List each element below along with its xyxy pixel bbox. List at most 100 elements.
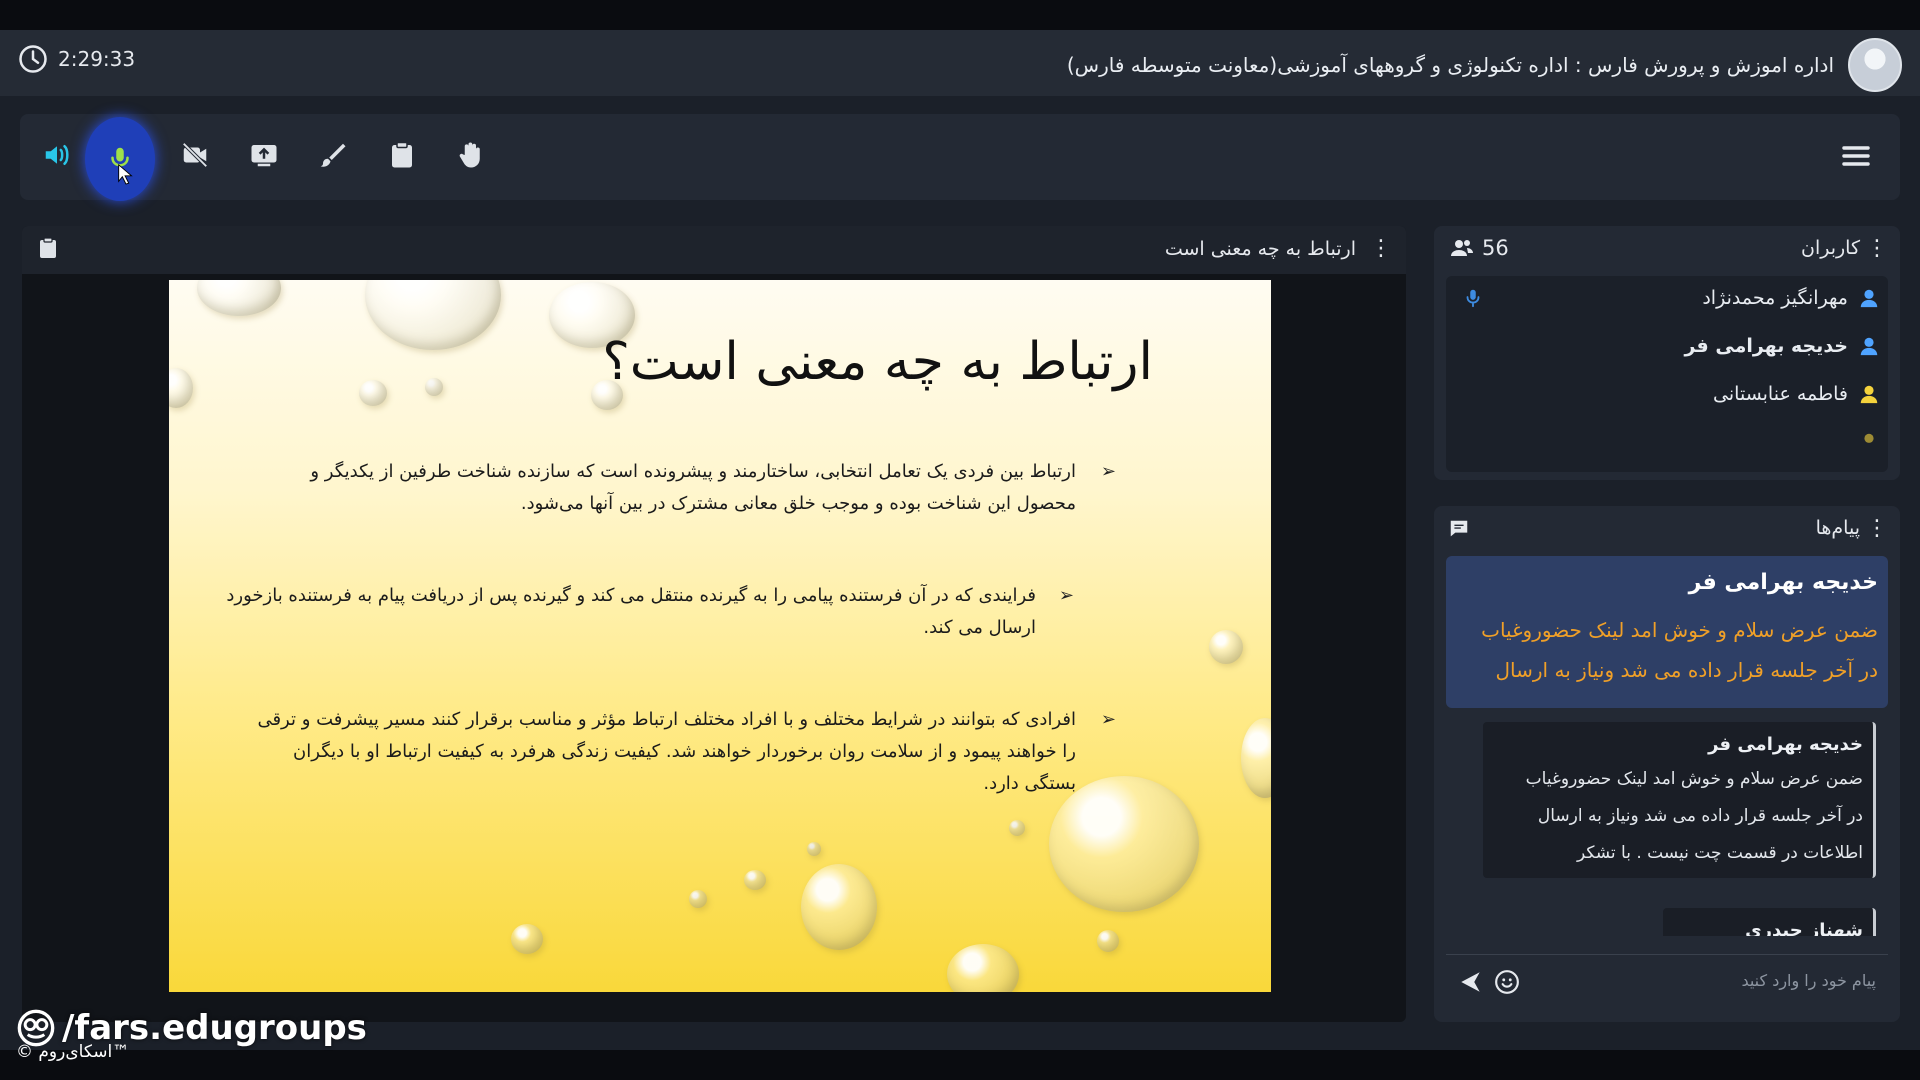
room-title: اداره اموزش و پرورش فارس : اداره تکنولوژ…: [1066, 53, 1834, 77]
water-drop-decoration: [744, 870, 766, 890]
speaker-icon: [45, 145, 69, 165]
brush-icon: [320, 143, 346, 167]
user-item[interactable]: خدیجه بهرامی فر: [1460, 326, 1880, 366]
user-item[interactable]: مهرانگیز محمدنژاد: [1460, 278, 1880, 318]
water-drop-decoration: [1009, 820, 1025, 836]
water-drop-decoration: [197, 280, 281, 316]
message-line: در آخر جلسه قرار داده می شد ونیاز به ارس…: [1537, 806, 1863, 826]
main-menu-button[interactable]: [1830, 130, 1882, 182]
share-screen-icon: [251, 145, 277, 167]
chat-panel-header: پیام‌ها ⋮: [1434, 506, 1900, 552]
users-group-icon: [1451, 240, 1473, 256]
water-drop-decoration: [947, 944, 1019, 992]
users-panel-header: کاربران ⋮ 56: [1434, 226, 1900, 272]
user-item[interactable]: فاطمه عنابستانی: [1460, 374, 1880, 414]
share-screen-button[interactable]: [239, 130, 289, 180]
slide-title: ارتباط به چه معنی است؟: [602, 332, 1153, 392]
raise-hand-button[interactable]: [446, 130, 496, 180]
user-name: مهرانگیز محمدنژاد: [1702, 287, 1848, 309]
chat-message[interactable]: شهناز حیدری: [1663, 908, 1876, 936]
water-drop-decoration: [425, 378, 443, 396]
timer-text: 2:29:33: [58, 47, 136, 71]
water-drop-decoration: [807, 842, 821, 856]
raise-hand-icon: [459, 142, 480, 168]
arrow-bullet-icon: ➢: [1100, 461, 1116, 482]
slide-bullet: ➢ ارتباط بین فردی یک تعامل انتخابی، ساخت…: [246, 456, 1116, 520]
clock-icon: [19, 45, 47, 73]
slide-bullet: ➢ افرادی که بتوانند در شرایط مختلف و با …: [246, 704, 1116, 800]
hamburger-menu-icon: [1842, 146, 1870, 166]
presentation-stage: ارتباط به چه معنی است ⋮ ارتباط به چه معن…: [22, 226, 1406, 1022]
water-drop-decoration: [1209, 630, 1243, 664]
message-sender: خدیجه بهرامی فر: [1708, 734, 1863, 755]
chat-message[interactable]: خدیجه بهرامی فر ضمن عرض سلام و خوش امد ل…: [1483, 722, 1876, 878]
message-line: ضمن عرض سلام و خوش امد لینک حضوروغیاب: [1525, 769, 1863, 789]
water-drop-decoration: [1241, 718, 1271, 798]
user-icon: [1860, 337, 1878, 356]
chat-panel-title: پیام‌ها: [1815, 517, 1860, 539]
users-count-value: 56: [1482, 236, 1509, 260]
camera-off-icon: [182, 142, 208, 168]
chat-bubble-icon: [1450, 520, 1468, 537]
emoji-icon[interactable]: [1494, 969, 1520, 995]
users-options-icon[interactable]: ⋮: [1866, 238, 1888, 260]
message-sender: شهناز حیدری: [1745, 920, 1863, 936]
slide-bullet: ➢ فرایندی که در آن فرستنده پیامی را به گ…: [216, 580, 1074, 644]
pinned-line: در آخر جلسه قرار داده می شد ونیاز به ارس…: [1495, 658, 1878, 682]
files-button[interactable]: [377, 130, 427, 180]
stage-title: ارتباط به چه معنی است: [1164, 238, 1356, 260]
slide-bullet-text: ارتباط بین فردی یک تعامل انتخابی، ساختار…: [310, 461, 1076, 514]
users-panel-title: کاربران: [1800, 237, 1860, 259]
room-title-area: اداره اموزش و پرورش فارس : اداره تکنولوژ…: [1067, 38, 1902, 92]
send-icon[interactable]: [1458, 969, 1484, 995]
stage-options-icon[interactable]: ⋮: [1370, 238, 1392, 260]
camera-button[interactable]: [170, 130, 220, 180]
water-drop-decoration: [365, 280, 501, 350]
microphone-button[interactable]: [85, 117, 155, 201]
water-drop-decoration: [1097, 930, 1119, 952]
user-icon: [1860, 289, 1878, 308]
pinned-message[interactable]: خدیجه بهرامی فر ضمن عرض سلام و خوش امد ل…: [1446, 556, 1888, 708]
user-icon: [1864, 433, 1874, 443]
message-text: ضمن عرض سلام و خوش امد لینک حضوروغیاب در…: [1483, 761, 1873, 878]
speaker-button[interactable]: [32, 130, 82, 180]
user-name: فاطمه عنابستانی: [1713, 383, 1848, 405]
message-line: اطلاعات در قسمت چت نیست . با تشکر: [1576, 843, 1863, 863]
session-timer: 2:29:33: [18, 44, 135, 74]
clipboard-icon: [392, 141, 412, 168]
chat-panel: پیام‌ها ⋮ خدیجه بهرامی فر ضمن عرض سلام و…: [1434, 506, 1900, 1022]
chat-options-icon[interactable]: ⋮: [1866, 518, 1888, 540]
slide: ارتباط به چه معنی است؟ ➢ ارتباط بین فردی…: [169, 280, 1271, 992]
water-drop-decoration: [689, 890, 707, 908]
chat-messages: خدیجه بهرامی فر ضمن عرض سلام و خوش امد ل…: [1446, 556, 1888, 936]
pinned-sender: خدیجه بهرامی فر: [1688, 570, 1878, 595]
water-drop-decoration: [801, 864, 877, 950]
water-drop-decoration: [359, 380, 387, 406]
chat-input[interactable]: پیام خود را وارد کنید: [1741, 971, 1876, 990]
app-window: 2:29:33 اداره اموزش و پرورش فارس : اداره…: [0, 30, 1920, 1062]
user-item-partial[interactable]: [1460, 422, 1880, 462]
file-icon[interactable]: [36, 236, 60, 260]
avatar[interactable]: [1848, 38, 1902, 92]
water-drop-decoration: [511, 924, 543, 954]
stage-header: ارتباط به چه معنی است ⋮: [22, 226, 1406, 274]
microphone-icon: [1466, 289, 1480, 308]
toolbar: [20, 114, 1900, 201]
users-panel: کاربران ⋮ 56 مهرانگیز محمدنژاد خدیجه بهر…: [1434, 226, 1900, 480]
users-count: 56: [1450, 236, 1509, 260]
user-icon: [1860, 385, 1878, 404]
pinned-text: ضمن عرض سلام و خوش امد لینک حضوروغیاب در…: [1458, 610, 1878, 690]
pinned-line: ضمن عرض سلام و خوش امد لینک حضوروغیاب: [1481, 618, 1878, 642]
watermark-brand: © اسکای‌روم™: [16, 1042, 130, 1062]
water-drop-decoration: [169, 368, 193, 408]
whiteboard-button[interactable]: [308, 130, 358, 180]
arrow-bullet-icon: ➢: [1058, 585, 1074, 606]
users-list: مهرانگیز محمدنژاد خدیجه بهرامی فر فاطمه …: [1446, 276, 1888, 472]
user-name: خدیجه بهرامی فر: [1684, 335, 1848, 357]
title-bar: 2:29:33 اداره اموزش و پرورش فارس : اداره…: [0, 30, 1920, 96]
arrow-bullet-icon: ➢: [1100, 709, 1116, 730]
slide-bullet-text: افرادی که بتوانند در شرایط مختلف و با اف…: [257, 709, 1076, 794]
slide-bullet-text: فرایندی که در آن فرستنده پیامی را به گیر…: [226, 585, 1036, 638]
mouse-cursor-icon: [118, 163, 133, 185]
chat-input-bar: پیام خود را وارد کنید: [1446, 954, 1888, 1011]
